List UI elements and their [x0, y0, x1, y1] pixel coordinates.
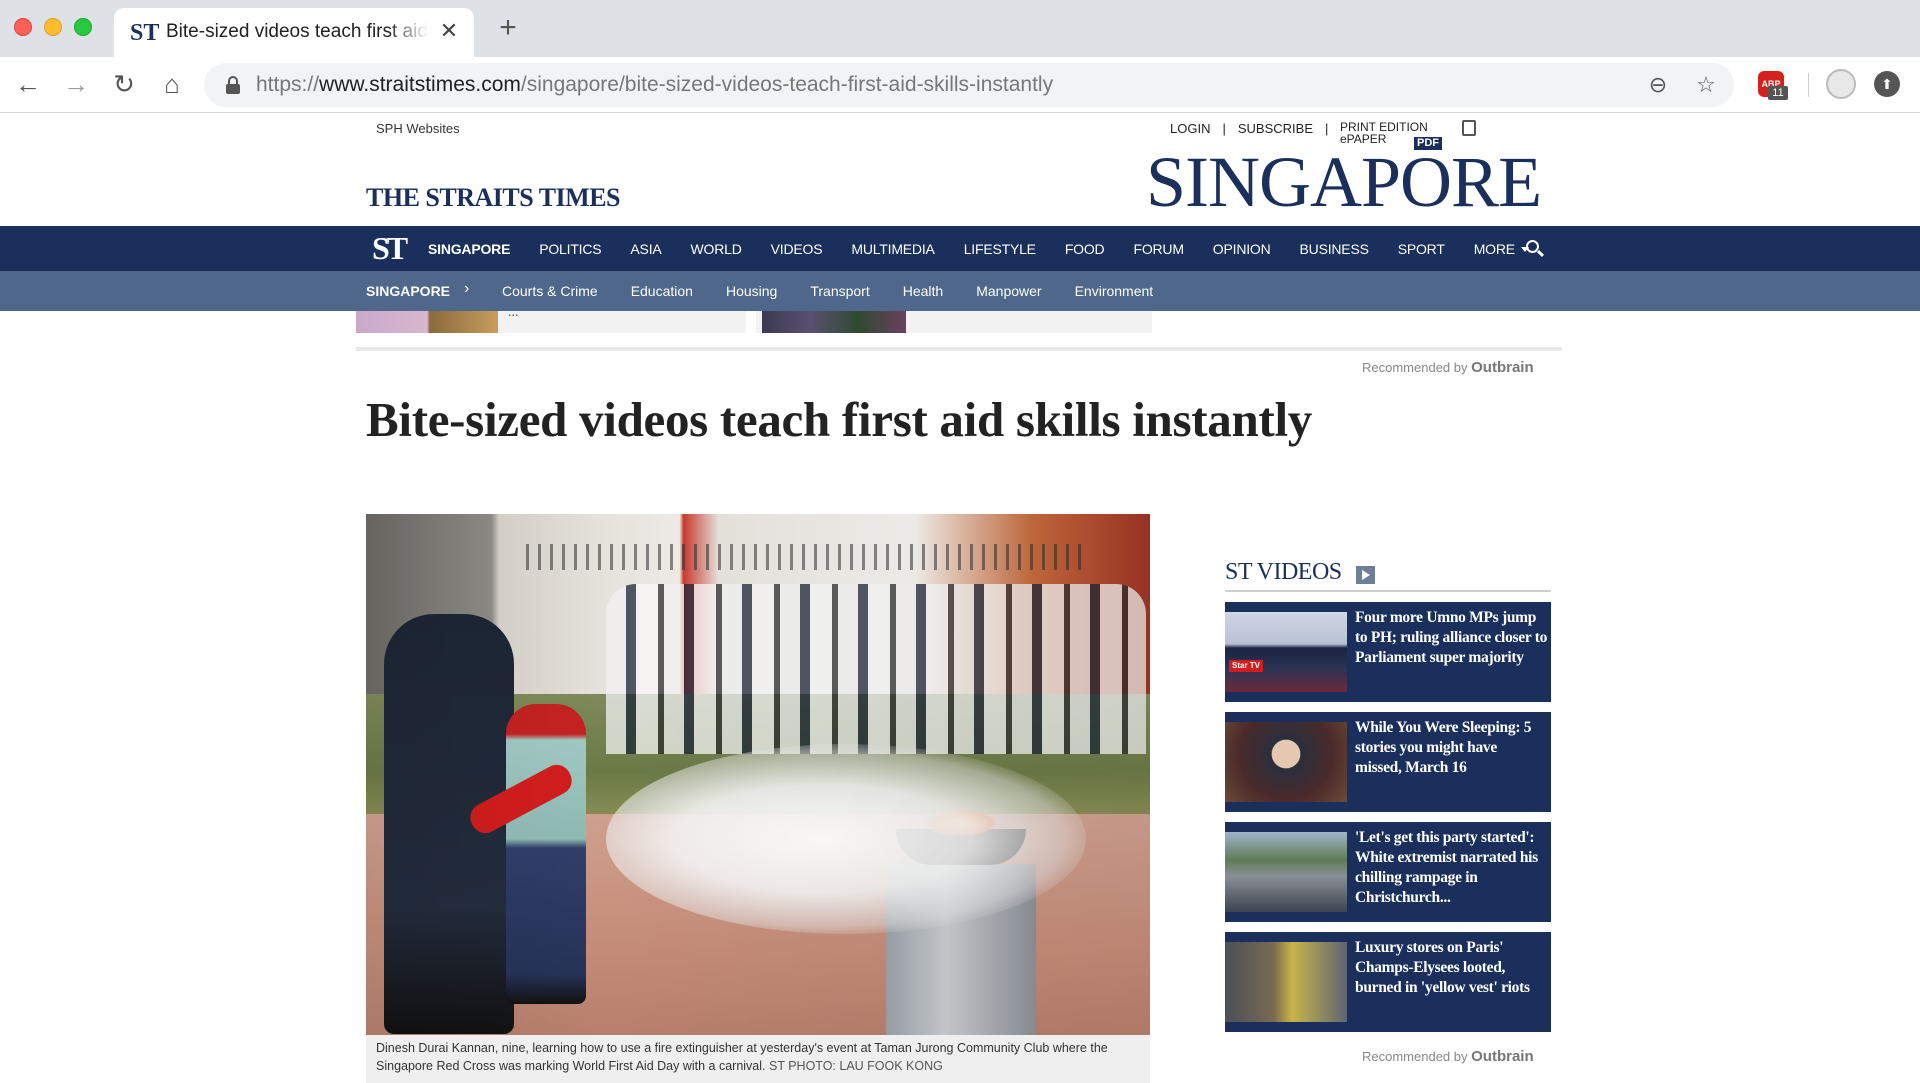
nav-item-politics[interactable]: POLITICS: [539, 241, 601, 257]
recommended-card[interactable]: [756, 311, 1152, 333]
st-videos-heading[interactable]: ST VIDEOS: [1225, 559, 1342, 586]
recommended-thumbnail: [356, 311, 498, 333]
video-card[interactable]: While You Were Sleeping: 5 stories you m…: [1225, 712, 1551, 812]
sph-websites-link[interactable]: SPH Websites: [376, 121, 460, 136]
browser-tab[interactable]: ST Bite-sized videos teach first aid ski…: [114, 8, 474, 57]
divider: |: [1325, 121, 1329, 136]
adblock-count-badge: 11: [1768, 86, 1788, 100]
st-logo-icon[interactable]: ST: [372, 230, 408, 267]
maximize-window-button[interactable]: [74, 18, 92, 36]
video-thumbnail: [1225, 832, 1347, 912]
nav-item-singapore[interactable]: SINGAPORE: [428, 241, 510, 257]
nav-item-multimedia[interactable]: MULTIMEDIA: [851, 241, 935, 257]
video-title[interactable]: Luxury stores on Paris' Champs-Elysees l…: [1355, 938, 1547, 998]
divider: [1225, 590, 1551, 592]
video-thumbnail: [1225, 942, 1347, 1022]
address-bar[interactable]: https://www.straitstimes.com/singapore/b…: [204, 63, 1734, 107]
browser-toolbar: ← → ↻ ⌂ https://www.straitstimes.com/sin…: [0, 57, 1920, 113]
nav-item-more[interactable]: MORE: [1474, 241, 1529, 257]
video-title[interactable]: While You Were Sleeping: 5 stories you m…: [1355, 718, 1547, 778]
main-nav: ST SINGAPORE POLITICS ASIA WORLD VIDEOS …: [0, 226, 1920, 271]
outbrain-credit[interactable]: Recommended by Outbrain: [1362, 359, 1534, 376]
main-nav-items: SINGAPORE POLITICS ASIA WORLD VIDEOS MUL…: [428, 226, 1558, 271]
login-link[interactable]: LOGIN: [1170, 121, 1210, 136]
chevron-right-icon: ›: [464, 280, 470, 297]
divider: [356, 347, 1562, 351]
search-icon[interactable]: [1526, 240, 1545, 258]
toolbar-divider: [1808, 73, 1809, 97]
nav-item-sport[interactable]: SPORT: [1398, 241, 1445, 257]
straits-times-logo[interactable]: THE STRAITS TIMES: [366, 183, 621, 213]
caption-text: Dinesh Durai Kannan, nine, learning how …: [376, 1041, 1108, 1073]
url-scheme: https://: [256, 73, 320, 96]
video-card[interactable]: 'Let's get this party started': White ex…: [1225, 822, 1551, 922]
recommended-by-label: Recommended by: [1362, 1049, 1468, 1064]
tab-title: Bite-sized videos teach first aid skills…: [166, 21, 428, 42]
recommended-strip: ...: [356, 311, 1152, 333]
video-card[interactable]: Star TV Four more Umno MPs jump to PH; r…: [1225, 602, 1551, 702]
outbrain-credit[interactable]: Recommended by Outbrain: [1362, 1048, 1534, 1065]
photo-credit: ST PHOTO: LAU FOOK KONG: [768, 1059, 943, 1073]
recommended-thumbnail: [762, 311, 906, 333]
subscribe-link[interactable]: SUBSCRIBE: [1238, 121, 1313, 136]
nav-item-more-label: MORE: [1473, 240, 1515, 257]
back-icon[interactable]: ←: [12, 68, 44, 100]
close-window-button[interactable]: [14, 18, 32, 36]
nav-item-forum[interactable]: FORUM: [1133, 241, 1184, 257]
nav-item-opinion[interactable]: OPINION: [1213, 241, 1271, 257]
url-path: /singapore/bite-sized-videos-teach-first…: [520, 73, 1054, 96]
minimize-window-button[interactable]: [44, 18, 62, 36]
nav-item-lifestyle[interactable]: LIFESTYLE: [964, 241, 1036, 257]
section-title: SINGAPORE: [1146, 142, 1542, 222]
subnav-item-education[interactable]: Education: [631, 283, 693, 299]
article-headline: Bite-sized videos teach first aid skills…: [366, 392, 1312, 447]
play-icon[interactable]: [1356, 566, 1375, 584]
subnav-section-home[interactable]: SINGAPORE: [366, 283, 450, 299]
st-favicon-icon: ST: [130, 20, 160, 46]
outbrain-logo: Outbrain: [1471, 1048, 1534, 1065]
photo-caption: Dinesh Durai Kannan, nine, learning how …: [366, 1035, 1150, 1083]
video-title[interactable]: 'Let's get this party started': White ex…: [1355, 828, 1547, 908]
subnav-item-environment[interactable]: Environment: [1075, 283, 1154, 299]
nav-item-food[interactable]: FOOD: [1065, 241, 1105, 257]
nav-item-business[interactable]: BUSINESS: [1300, 241, 1369, 257]
article-hero-photo[interactable]: [366, 514, 1150, 1035]
sub-nav: SINGAPORE › Courts & Crime Education Hou…: [0, 271, 1920, 311]
recommended-by-label: Recommended by: [1362, 360, 1468, 375]
subnav-item-housing[interactable]: Housing: [726, 283, 777, 299]
forward-icon[interactable]: →: [60, 68, 92, 100]
webpage: SPH Websites LOGIN | SUBSCRIBE | PRINT EDIT…: [0, 113, 1920, 1083]
subnav-item-courts-crime[interactable]: Courts & Crime: [502, 283, 598, 299]
url-host: www.straitstimes.com: [319, 73, 521, 96]
star-tv-badge: Star TV: [1229, 660, 1264, 672]
star-icon[interactable]: ☆: [1692, 71, 1720, 99]
recommended-card-text: ...: [508, 311, 519, 320]
video-title[interactable]: Four more Umno MPs jump to PH; ruling al…: [1355, 608, 1547, 668]
reload-icon[interactable]: ↻: [108, 68, 140, 100]
subnav-item-manpower[interactable]: Manpower: [976, 283, 1041, 299]
nav-item-world[interactable]: WORLD: [691, 241, 742, 257]
nav-item-asia[interactable]: ASIA: [630, 241, 661, 257]
outbrain-logo: Outbrain: [1471, 359, 1534, 376]
lock-icon[interactable]: [226, 76, 240, 94]
video-thumbnail: [1225, 722, 1347, 802]
nav-item-videos[interactable]: VIDEOS: [771, 241, 823, 257]
video-card[interactable]: Luxury stores on Paris' Champs-Elysees l…: [1225, 932, 1551, 1032]
url-text[interactable]: https://www.straitstimes.com/singapore/b…: [256, 73, 1053, 97]
tab-close-icon[interactable]: ✕: [436, 18, 462, 44]
menu-icon[interactable]: ⬆: [1874, 71, 1900, 97]
subnav-item-transport[interactable]: Transport: [810, 283, 869, 299]
home-icon[interactable]: ⌂: [156, 68, 188, 100]
document-icon[interactable]: [1462, 120, 1476, 136]
profile-icon[interactable]: [1826, 69, 1856, 99]
subnav-item-health[interactable]: Health: [903, 283, 943, 299]
video-thumbnail: [1225, 612, 1347, 692]
browser-tabbar: ST Bite-sized videos teach first aid ski…: [0, 0, 1920, 57]
account-links: LOGIN | SUBSCRIBE |: [1170, 121, 1340, 136]
zoom-icon[interactable]: ⊖: [1644, 71, 1672, 99]
recommended-card[interactable]: ...: [356, 311, 746, 333]
sub-nav-items: Courts & Crime Education Housing Transpo…: [502, 271, 1186, 311]
divider: |: [1222, 121, 1226, 136]
new-tab-icon[interactable]: +: [494, 13, 522, 43]
